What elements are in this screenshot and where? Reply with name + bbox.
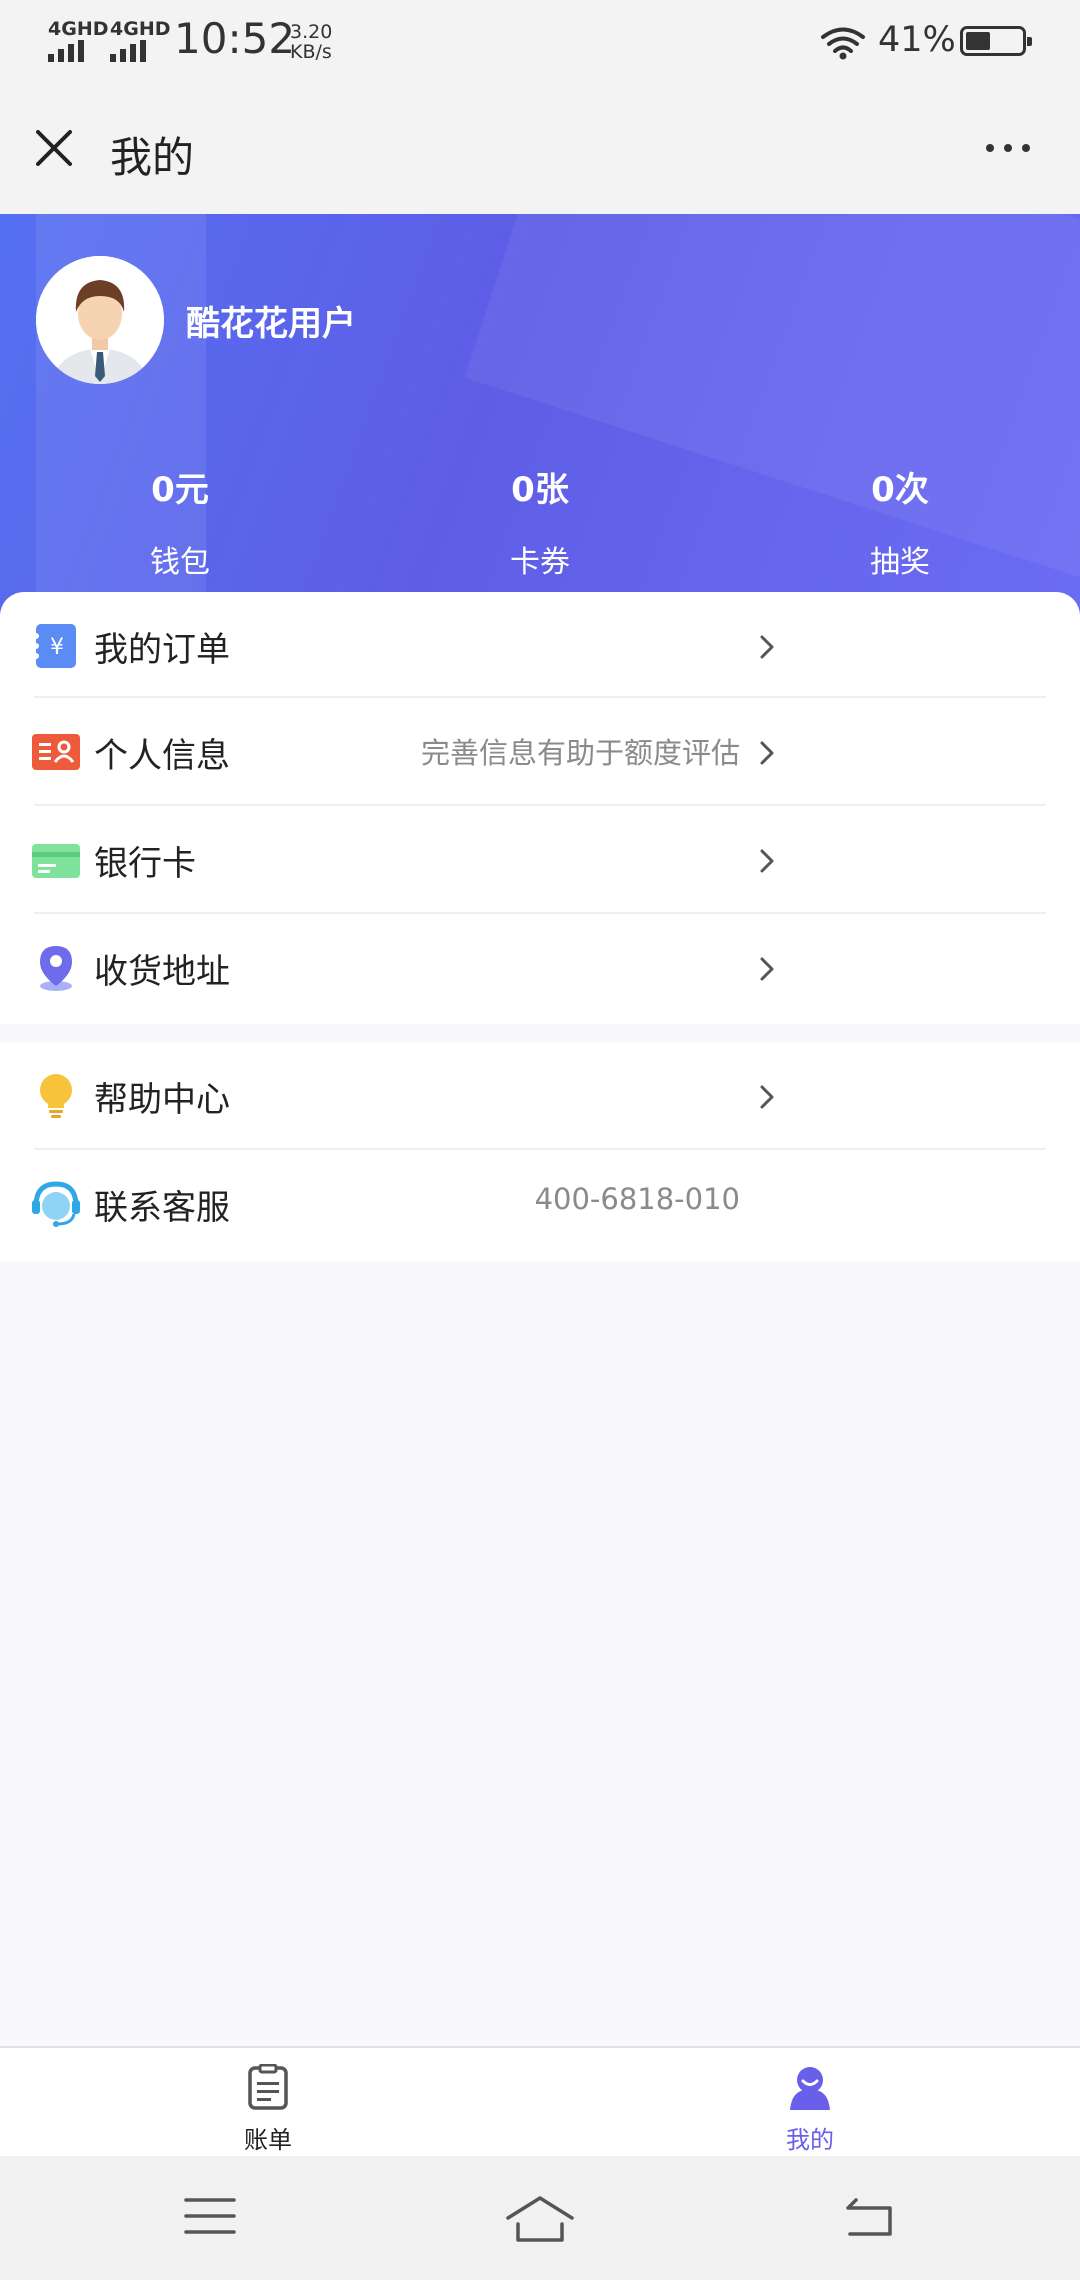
stat-label: 卡券: [510, 545, 570, 580]
profile-header: 酷花花用户 0元 钱包 0张 卡券 0次 抽奖: [0, 214, 1080, 614]
id-card-icon: [32, 734, 80, 770]
back-icon[interactable]: [842, 2194, 894, 2238]
menu-item-label: 我的订单: [94, 630, 230, 670]
signal-bars-icon: [48, 40, 84, 62]
tab-label: 我的: [786, 2126, 834, 2154]
signal-bars-icon: [110, 40, 146, 62]
speed-unit: KB/s: [290, 41, 332, 63]
menu-item-personal-info[interactable]: 个人信息 完善信息有助于额度评估: [0, 698, 1080, 806]
stat-wallet[interactable]: 0元 钱包: [30, 462, 330, 581]
location-icon: [40, 946, 72, 991]
menu-item-address[interactable]: 收货地址: [0, 914, 1080, 1026]
menu-item-label: 帮助中心: [94, 1080, 230, 1120]
signal-indicator-2: 4GHD: [110, 20, 171, 62]
stat-label: 钱包: [150, 545, 210, 580]
stat-label: 抽奖: [870, 545, 930, 580]
battery-icon: [960, 26, 1032, 56]
page-title: 我的: [110, 133, 195, 182]
tab-profile[interactable]: 我的: [750, 2064, 870, 2155]
section-divider: [0, 1024, 1080, 1042]
chevron-right-icon: [760, 849, 774, 873]
close-icon[interactable]: [34, 128, 74, 168]
more-icon[interactable]: [986, 144, 1030, 152]
signal-label: 4GHD: [48, 18, 109, 40]
menu-item-help-center[interactable]: 帮助中心: [0, 1042, 1080, 1150]
chevron-right-icon: [760, 1085, 774, 1109]
stat-coupons[interactable]: 0张 卡券: [390, 462, 690, 581]
status-bar: 4GHD 4GHD 10:52 3.20 KB/s 41%: [0, 0, 1080, 84]
chevron-right-icon: [760, 741, 774, 765]
signal-label: 4GHD: [110, 18, 171, 40]
menu-item-orders[interactable]: ¥ 我的订单: [0, 592, 1080, 698]
menu-group-account: ¥ 我的订单 个人信息 完善信息有助于额度评估 银行卡 收货地址: [0, 592, 1080, 1026]
menu-item-label: 银行卡: [94, 844, 196, 884]
menu-item-customer-service[interactable]: 联系客服 400-6818-010: [0, 1150, 1080, 1262]
home-icon[interactable]: [504, 2194, 576, 2244]
order-icon: ¥: [33, 624, 76, 668]
customer-service-icon: [32, 1181, 80, 1227]
nav-header: 我的: [0, 84, 1080, 214]
network-speed: 3.20 KB/s: [290, 22, 332, 62]
menu-icon[interactable]: [184, 2194, 236, 2238]
menu-item-bank-card[interactable]: 银行卡: [0, 806, 1080, 914]
menu-item-label: 个人信息: [94, 736, 230, 776]
menu-item-hint: 完善信息有助于额度评估: [420, 736, 740, 770]
lightbulb-icon: [40, 1074, 72, 1118]
stat-value: 0元: [151, 470, 209, 510]
stat-value: 0张: [511, 470, 569, 510]
stat-value: 0次: [871, 470, 929, 510]
chevron-right-icon: [760, 635, 774, 659]
tab-label: 账单: [244, 2126, 292, 2154]
chevron-right-icon: [760, 957, 774, 981]
menu-item-label: 联系客服: [94, 1188, 230, 1228]
wifi-icon: [821, 27, 865, 60]
bottom-tab-bar: 账单 我的: [0, 2046, 1080, 2156]
signal-indicator-1: 4GHD: [48, 20, 109, 62]
battery-percent: 41%: [878, 20, 956, 60]
avatar[interactable]: [36, 256, 164, 384]
profile-icon: [790, 2067, 830, 2110]
system-navigation-bar: [0, 2156, 1080, 2280]
menu-group-support: 帮助中心 联系客服 400-6818-010: [0, 1042, 1080, 1262]
speed-value: 3.20: [290, 21, 333, 43]
menu-item-label: 收货地址: [94, 952, 230, 992]
svg-text:¥: ¥: [50, 635, 64, 660]
stat-lottery[interactable]: 0次 抽奖: [750, 462, 1050, 581]
bank-card-icon: [32, 844, 80, 878]
bill-icon: [248, 2063, 288, 2110]
tab-bill[interactable]: 账单: [208, 2063, 328, 2155]
username: 酷花花用户: [186, 304, 356, 344]
user-avatar-icon: [36, 256, 164, 384]
clock: 10:52: [174, 14, 296, 63]
customer-service-phone[interactable]: 400-6818-010: [535, 1182, 740, 1216]
